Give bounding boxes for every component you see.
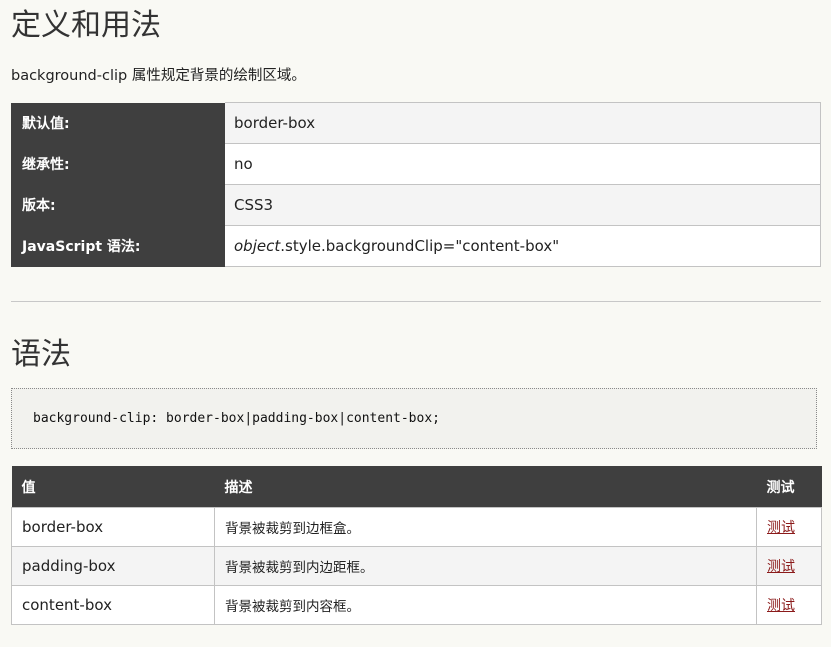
test-link[interactable]: 测试 (767, 520, 795, 536)
test-link[interactable]: 测试 (767, 559, 795, 575)
js-syntax-value: .style.backgroundClip="content-box" (280, 237, 560, 255)
property-value: no (225, 143, 821, 185)
values-table: 值 描述 测试 border-box 背景被裁剪到边框盒。 测试 padding… (11, 466, 822, 625)
values-header-row: 值 描述 测试 (11, 466, 822, 508)
description-cell: 背景被裁剪到内容框。 (214, 585, 757, 625)
table-row: content-box 背景被裁剪到内容框。 测试 (11, 585, 822, 625)
column-header-value: 值 (11, 466, 215, 508)
property-row: 默认值: border-box (11, 102, 821, 144)
test-link[interactable]: 测试 (767, 598, 795, 614)
property-label: 继承性: (11, 143, 225, 185)
section-divider (11, 301, 821, 302)
property-value: CSS3 (225, 184, 821, 226)
column-header-test: 测试 (756, 466, 822, 508)
property-label: 默认值: (11, 102, 225, 144)
property-value: object.style.backgroundClip="content-box… (225, 225, 821, 267)
property-value: border-box (225, 102, 821, 144)
value-cell: padding-box (11, 546, 215, 586)
definition-description: background-clip 属性规定背景的绘制区域。 (11, 68, 306, 84)
property-label: 版本: (11, 184, 225, 226)
table-row: border-box 背景被裁剪到边框盒。 测试 (11, 507, 822, 547)
test-cell: 测试 (756, 507, 822, 547)
value-cell: content-box (11, 585, 215, 625)
property-row: 版本: CSS3 (11, 184, 821, 226)
description-cell: 背景被裁剪到边框盒。 (214, 507, 757, 547)
table-row: padding-box 背景被裁剪到内边距框。 测试 (11, 546, 822, 586)
property-row: 继承性: no (11, 143, 821, 185)
property-label: JavaScript 语法: (11, 225, 225, 267)
syntax-heading: 语法 (11, 337, 71, 372)
property-table: 默认值: border-box 继承性: no 版本: CSS3 JavaScr… (11, 102, 821, 267)
value-cell: border-box (11, 507, 215, 547)
description-cell: 背景被裁剪到内边距框。 (214, 546, 757, 586)
test-cell: 测试 (756, 585, 822, 625)
test-cell: 测试 (756, 546, 822, 586)
property-row: JavaScript 语法: object.style.backgroundCl… (11, 225, 821, 267)
syntax-code-box: background-clip: border-box|padding-box|… (11, 388, 817, 449)
definition-heading: 定义和用法 (11, 8, 161, 43)
js-object-keyword: object (234, 237, 281, 255)
column-header-description: 描述 (214, 466, 757, 508)
syntax-code: background-clip: border-box|padding-box|… (33, 411, 440, 426)
